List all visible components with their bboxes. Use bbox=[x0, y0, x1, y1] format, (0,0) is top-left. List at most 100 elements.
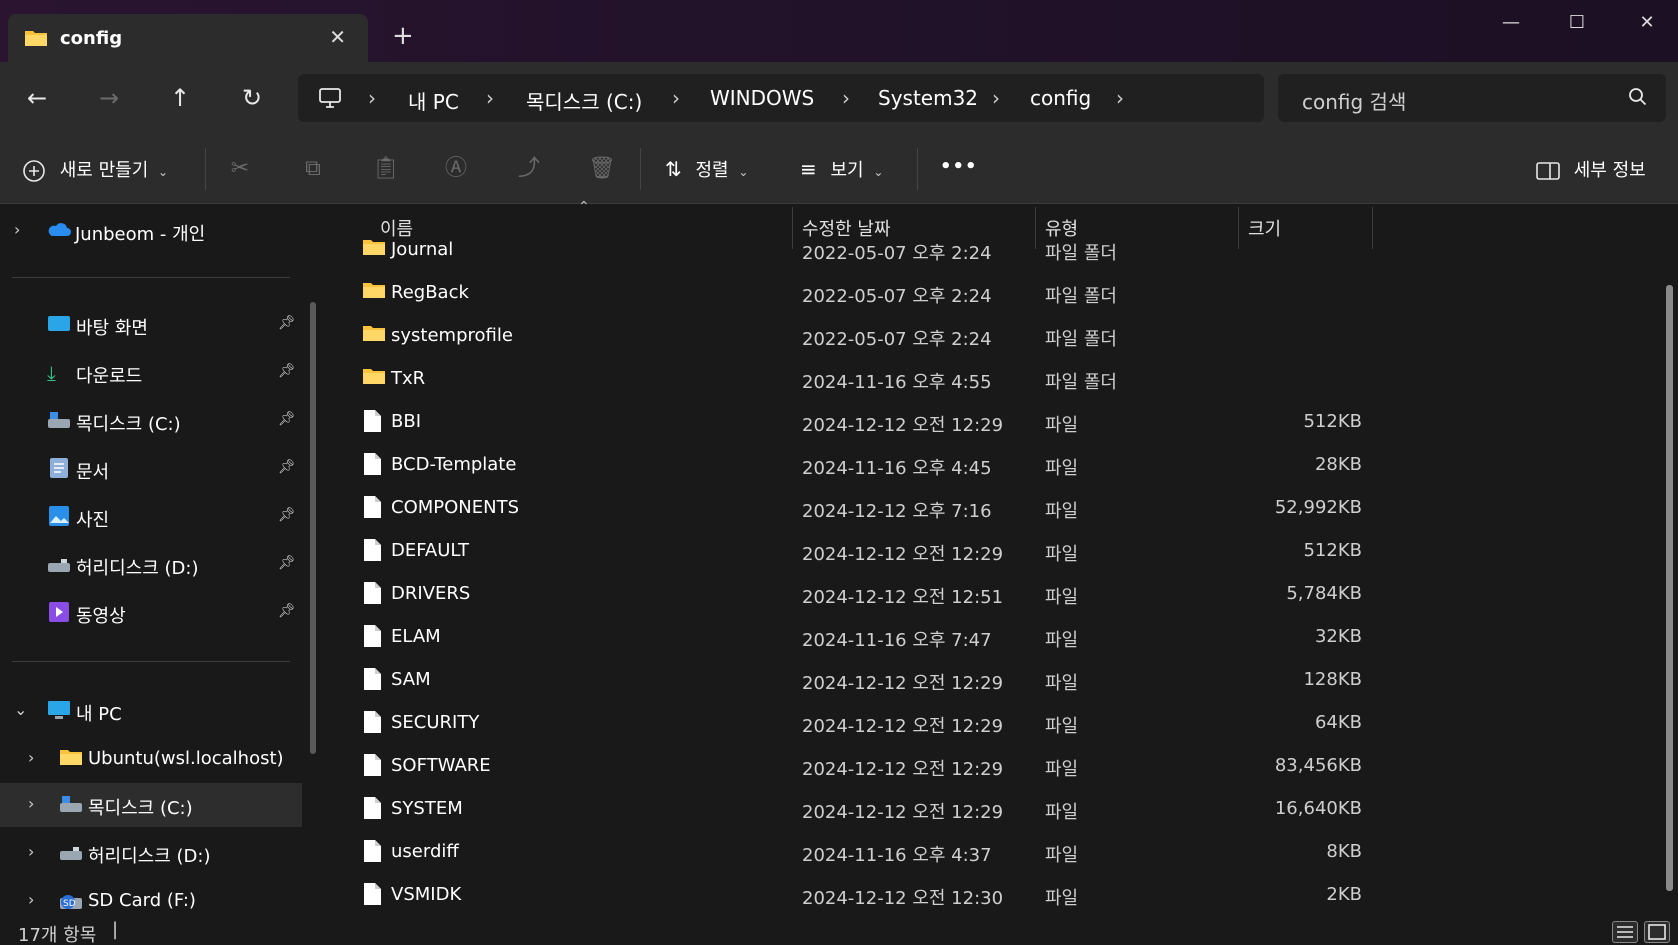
table-row[interactable]: BCD-Template 2024-11-16 오후 4:45 파일 28KB bbox=[332, 444, 1362, 486]
sidebar-item-drive-c[interactable]: 목디스크 (C:) 📌︎ bbox=[0, 399, 300, 443]
breadcrumb-sep[interactable]: › bbox=[842, 86, 850, 110]
file-type: 파일 폴더 bbox=[1045, 286, 1117, 307]
more-options-button[interactable]: ••• bbox=[940, 156, 978, 177]
file-list-scrollbar[interactable] bbox=[1666, 285, 1673, 891]
breadcrumb-sep[interactable]: › bbox=[992, 86, 1000, 110]
sidebar-item-sd-card[interactable]: › SD SD Card (F:) bbox=[0, 879, 300, 917]
copy-icon[interactable]: ⧉ bbox=[300, 156, 326, 182]
table-row[interactable]: DRIVERS 2024-12-12 오전 12:51 파일 5,784KB bbox=[332, 573, 1362, 615]
pin-icon[interactable]: 📌︎ bbox=[278, 507, 296, 523]
chevron-right-icon[interactable]: › bbox=[28, 794, 34, 813]
maximize-button[interactable]: ☐ bbox=[1554, 12, 1600, 38]
breadcrumb-sep[interactable]: › bbox=[368, 86, 376, 110]
sidebar-item-drive-d[interactable]: 허리디스크 (D:) 📌︎ bbox=[0, 543, 300, 587]
sidebar-item-drive-c-pc[interactable]: › 목디스크 (C:) bbox=[0, 783, 302, 827]
chevron-right-icon[interactable]: › bbox=[28, 748, 34, 767]
new-button-label: 새로 만들기 bbox=[59, 160, 149, 181]
sidebar-scrollbar[interactable] bbox=[310, 302, 316, 754]
back-button[interactable]: ← bbox=[21, 82, 53, 114]
file-size: 52,992KB bbox=[1274, 497, 1362, 518]
minimize-button[interactable]: — bbox=[1488, 12, 1534, 38]
file-icon bbox=[362, 667, 382, 695]
table-row[interactable]: TxR 2024-11-16 오후 4:55 파일 폴더 bbox=[332, 358, 1332, 400]
breadcrumb-system32[interactable]: System32 bbox=[878, 86, 978, 110]
sidebar-item-pictures[interactable]: 사진 📌︎ bbox=[0, 495, 300, 539]
sidebar-item-videos[interactable]: 동영상 📌︎ bbox=[0, 591, 300, 635]
breadcrumb-windows[interactable]: WINDOWS bbox=[710, 86, 814, 110]
close-window-button[interactable]: ✕ bbox=[1624, 12, 1670, 38]
table-row[interactable]: SYSTEM 2024-12-12 오전 12:29 파일 16,640KB bbox=[332, 788, 1362, 830]
table-row[interactable]: userdiff 2024-11-16 오후 4:37 파일 8KB bbox=[332, 831, 1362, 873]
chevron-right-icon[interactable]: › bbox=[28, 842, 34, 861]
search-input[interactable]: config 검색 bbox=[1278, 74, 1666, 122]
forward-button[interactable]: → bbox=[93, 82, 125, 114]
new-tab-button[interactable]: + bbox=[392, 22, 414, 50]
share-icon[interactable]: ⤴ bbox=[516, 156, 542, 182]
table-row[interactable]: systemprofile 2022-05-07 오후 2:24 파일 폴더 bbox=[332, 315, 1332, 357]
file-modified: 2022-05-07 오후 2:24 bbox=[802, 329, 992, 350]
paste-icon[interactable]: 📋︎ bbox=[372, 156, 400, 182]
pin-icon[interactable]: 📌︎ bbox=[278, 411, 296, 427]
view-button[interactable]: ≡ 보기 ⌄ bbox=[800, 156, 883, 182]
tab-close-button[interactable]: ✕ bbox=[329, 25, 346, 49]
up-button[interactable]: ↑ bbox=[164, 82, 196, 114]
breadcrumb-config[interactable]: config bbox=[1030, 86, 1091, 110]
table-row[interactable]: VSMIDK 2024-12-12 오전 12:30 파일 2KB bbox=[332, 874, 1362, 916]
table-row[interactable]: COMPONENTS 2024-12-12 오후 7:16 파일 52,992KB bbox=[332, 487, 1362, 529]
sidebar-item-documents[interactable]: 문서 📌︎ bbox=[0, 447, 300, 491]
breadcrumb-drive-c[interactable]: 목디스크 (C:) bbox=[526, 86, 642, 115]
breadcrumb-sep[interactable]: › bbox=[672, 86, 680, 110]
sidebar-item-drive-d-pc[interactable]: › 허리디스크 (D:) bbox=[0, 831, 300, 875]
table-row[interactable]: SECURITY 2024-12-12 오전 12:29 파일 64KB bbox=[332, 702, 1362, 744]
pc-icon[interactable] bbox=[318, 86, 342, 114]
view-button-label: 보기 bbox=[830, 160, 864, 181]
breadcrumb-sep[interactable]: › bbox=[1116, 86, 1124, 110]
file-type: 파일 bbox=[1045, 587, 1079, 608]
table-row[interactable]: BBI 2024-12-12 오전 12:29 파일 512KB bbox=[332, 401, 1362, 443]
table-row[interactable]: DEFAULT 2024-12-12 오전 12:29 파일 512KB bbox=[332, 530, 1362, 572]
table-row[interactable]: SOFTWARE 2024-12-12 오전 12:29 파일 83,456KB bbox=[332, 745, 1362, 787]
file-modified: 2024-12-12 오전 12:29 bbox=[802, 415, 1004, 436]
file-icon bbox=[362, 796, 382, 824]
sidebar-item-desktop[interactable]: 바탕 화면 📌︎ bbox=[0, 303, 300, 347]
breadcrumb-this-pc[interactable]: 내 PC bbox=[408, 86, 459, 115]
tab-config[interactable]: config ✕ bbox=[8, 14, 368, 62]
folder-icon bbox=[362, 366, 386, 390]
pin-icon[interactable]: 📌︎ bbox=[278, 555, 296, 571]
details-view-button[interactable] bbox=[1612, 921, 1638, 943]
search-icon[interactable] bbox=[1628, 87, 1648, 111]
file-icon bbox=[362, 452, 382, 480]
pin-icon[interactable]: 📌︎ bbox=[278, 363, 296, 379]
sort-button[interactable]: ⇅ 정렬 ⌄ bbox=[665, 156, 748, 182]
rename-icon[interactable]: Ⓐ bbox=[443, 156, 469, 182]
pin-icon[interactable]: 📌︎ bbox=[278, 603, 296, 619]
chevron-down-icon[interactable]: ⌄ bbox=[14, 700, 27, 719]
chevron-right-icon[interactable]: › bbox=[28, 890, 34, 909]
cut-icon[interactable]: ✂ bbox=[227, 156, 253, 182]
folder-icon bbox=[24, 28, 48, 52]
table-row[interactable]: ELAM 2024-11-16 오후 7:47 파일 32KB bbox=[332, 616, 1362, 658]
pin-icon[interactable]: 📌︎ bbox=[278, 459, 296, 475]
table-row[interactable]: RegBack 2022-05-07 오후 2:24 파일 폴더 bbox=[332, 272, 1332, 314]
title-bar: config ✕ + — ☐ ✕ bbox=[0, 0, 1678, 62]
sidebar-item-downloads[interactable]: ⤓ 다운로드 📌︎ bbox=[0, 351, 300, 395]
details-pane-button[interactable]: 세부 정보 bbox=[1536, 156, 1646, 182]
file-name: SYSTEM bbox=[391, 798, 463, 819]
large-icons-view-button[interactable] bbox=[1644, 921, 1670, 943]
delete-icon[interactable]: 🗑︎ bbox=[588, 156, 616, 182]
file-modified: 2024-12-12 오전 12:29 bbox=[802, 759, 1004, 780]
chevron-right-icon[interactable]: › bbox=[14, 220, 20, 239]
address-bar[interactable]: › 내 PC › 목디스크 (C:) › WINDOWS › System32 … bbox=[298, 74, 1264, 122]
table-row[interactable]: Journal 2022-05-07 오후 2:24 파일 폴더 bbox=[332, 229, 1332, 271]
sidebar-item-onedrive[interactable]: › Junbeom - 개인 bbox=[0, 209, 300, 253]
sidebar-item-ubuntu[interactable]: › Ubuntu(wsl.localhost) bbox=[0, 737, 300, 781]
refresh-button[interactable]: ↻ bbox=[236, 82, 268, 114]
breadcrumb-sep[interactable]: › bbox=[486, 86, 494, 110]
new-button[interactable]: 새로 만들기 ⌄ bbox=[22, 156, 168, 183]
file-modified: 2024-12-12 오전 12:51 bbox=[802, 587, 1004, 608]
column-divider[interactable] bbox=[1372, 207, 1373, 249]
chevron-down-icon: ⌄ bbox=[738, 165, 749, 179]
sidebar-item-this-pc[interactable]: ⌄ 내 PC bbox=[0, 689, 300, 733]
table-row[interactable]: SAM 2024-12-12 오전 12:29 파일 128KB bbox=[332, 659, 1362, 701]
pin-icon[interactable]: 📌︎ bbox=[278, 315, 296, 331]
